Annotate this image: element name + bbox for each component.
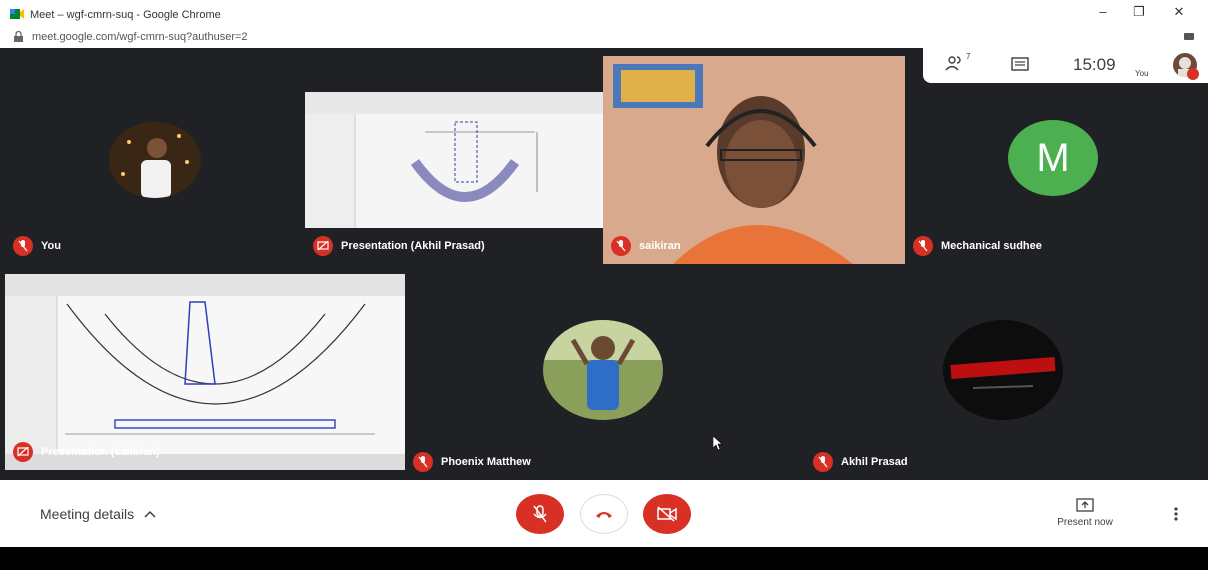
- meeting-stage: You Presentation (Akhil Prasad) saikiran…: [0, 48, 1208, 480]
- presentation-off-icon: [313, 236, 333, 256]
- meeting-details-label: Meeting details: [40, 506, 135, 522]
- participant-tile-presentation-akhil[interactable]: Presentation (Akhil Prasad): [305, 48, 603, 264]
- chat-button[interactable]: [1011, 57, 1029, 78]
- chat-icon: [1011, 57, 1029, 71]
- participant-name: Presentation (saikiran): [41, 446, 160, 458]
- mic-off-icon: [13, 236, 33, 256]
- address-bar[interactable]: meet.google.com/wgf-cmrn-suq?authuser=2: [0, 28, 1208, 48]
- participant-name: You: [41, 240, 61, 252]
- present-now-label: Present now: [1057, 517, 1113, 528]
- participant-name: Mechanical sudhee: [941, 240, 1042, 252]
- participant-tile-phoenix-matthew[interactable]: Phoenix Matthew: [405, 264, 805, 480]
- present-now-button[interactable]: Present now: [1040, 498, 1130, 528]
- hang-up-icon: [596, 512, 612, 518]
- participant-name: Akhil Prasad: [841, 456, 908, 468]
- chevron-up-icon: [144, 510, 156, 518]
- participant-tile-presentation-saikiran[interactable]: Presentation (saikiran): [5, 274, 405, 470]
- tile-label: Phoenix Matthew: [413, 452, 531, 472]
- mouse-cursor-icon: [713, 436, 723, 450]
- url-text: meet.google.com/wgf-cmrn-suq?authuser=2: [32, 31, 248, 43]
- people-icon: [945, 56, 961, 71]
- top-info-panel: 7 15:09 You: [923, 47, 1208, 83]
- participant-name: saikiran: [639, 240, 681, 252]
- mic-off-icon: [813, 452, 833, 472]
- participant-tile-you[interactable]: You: [5, 48, 303, 264]
- tile-label: saikiran: [611, 236, 681, 256]
- microphone-toggle-button[interactable]: [516, 494, 564, 534]
- more-options-icon[interactable]: [1168, 506, 1184, 522]
- mic-off-icon: [533, 505, 547, 523]
- tile-label: Mechanical sudhee: [913, 236, 1042, 256]
- cad-screenshare: [5, 274, 405, 470]
- avatar: [543, 320, 663, 420]
- mic-off-icon: [913, 236, 933, 256]
- minimize-button[interactable]: –: [1088, 4, 1118, 24]
- tile-label: Presentation (saikiran): [13, 442, 160, 462]
- leave-call-button[interactable]: [580, 494, 628, 534]
- camera-off-icon: [657, 506, 677, 522]
- camera-toggle-button[interactable]: [643, 494, 691, 534]
- cad-screenshare: [305, 92, 603, 228]
- mic-off-icon: [611, 236, 631, 256]
- tile-label: Akhil Prasad: [813, 452, 908, 472]
- avatar: [109, 122, 201, 198]
- akhil-prasad-logo: [943, 320, 1063, 420]
- bottom-controls-bar: Meeting details Present now: [0, 480, 1208, 547]
- window-titlebar: Meet – wgf-cmrn-suq - Google Chrome – ❐ …: [0, 0, 1208, 28]
- video-feed: [603, 56, 905, 264]
- participant-tile-saikiran[interactable]: saikiran: [603, 56, 905, 264]
- people-button[interactable]: 7: [945, 52, 970, 76]
- self-label: You: [1135, 69, 1149, 78]
- clock: 15:09: [1073, 55, 1116, 74]
- camera-in-use-icon[interactable]: [1184, 33, 1194, 40]
- lock-icon: [14, 31, 23, 42]
- bottom-black-bar: [0, 547, 1208, 570]
- participant-name: Presentation (Akhil Prasad): [341, 240, 485, 252]
- participant-name: Phoenix Matthew: [441, 456, 531, 468]
- present-screen-icon: [1076, 498, 1094, 512]
- avatar: [943, 320, 1063, 420]
- tile-label: Presentation (Akhil Prasad): [313, 236, 485, 256]
- window-title: Meet – wgf-cmrn-suq - Google Chrome: [30, 9, 221, 21]
- self-mic-off-icon: [1187, 68, 1199, 80]
- meet-favicon-icon: [10, 9, 24, 19]
- tile-label: You: [13, 236, 61, 256]
- restore-button[interactable]: ❐: [1124, 4, 1154, 24]
- mic-off-icon: [413, 452, 433, 472]
- avatar: M: [1008, 120, 1098, 196]
- close-window-button[interactable]: ✕: [1164, 4, 1194, 24]
- participant-tile-akhil-prasad[interactable]: Akhil Prasad: [805, 264, 1203, 480]
- meeting-details-button[interactable]: Meeting details: [40, 506, 156, 522]
- people-count: 7: [966, 52, 971, 61]
- presentation-off-icon: [13, 442, 33, 462]
